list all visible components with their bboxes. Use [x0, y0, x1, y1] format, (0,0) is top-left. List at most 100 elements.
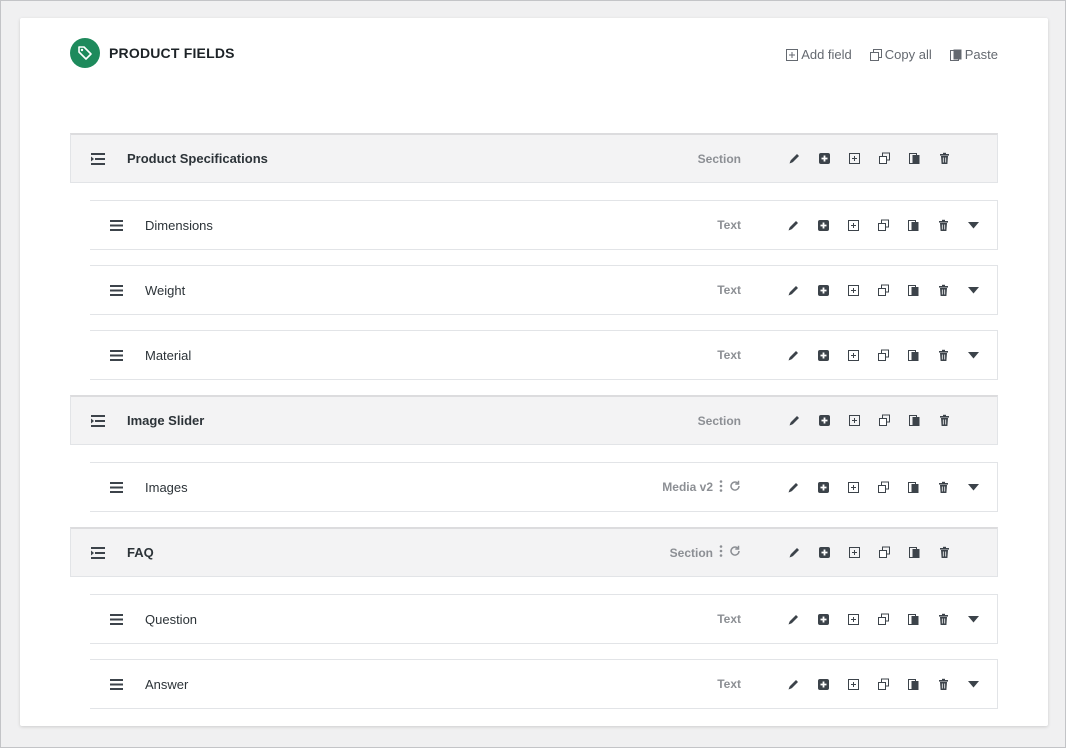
- trash-icon[interactable]: [928, 609, 958, 629]
- copy-icon[interactable]: [869, 149, 899, 169]
- field-type-label: Section: [697, 413, 741, 428]
- chevron-down-icon[interactable]: [958, 280, 988, 300]
- edit-icon[interactable]: [778, 215, 808, 235]
- trash-icon[interactable]: [928, 477, 958, 497]
- chevron-down-icon[interactable]: [958, 215, 988, 235]
- field-row[interactable]: Dimensions Text: [90, 200, 998, 250]
- row-actions: [778, 674, 988, 694]
- copy-icon: [869, 48, 882, 61]
- add-below-icon[interactable]: [838, 609, 868, 629]
- add-field-icon[interactable]: [809, 543, 839, 563]
- drag-handle-icon[interactable]: [108, 611, 124, 627]
- add-below-icon[interactable]: [838, 477, 868, 497]
- chevron-down-icon[interactable]: [958, 477, 988, 497]
- add-below-icon[interactable]: [838, 345, 868, 365]
- copy-icon[interactable]: [868, 215, 898, 235]
- paste-icon[interactable]: [899, 543, 929, 563]
- copy-icon[interactable]: [868, 609, 898, 629]
- paste-icon[interactable]: [898, 345, 928, 365]
- more-options-icon[interactable]: [719, 479, 723, 495]
- field-type: Section: [698, 414, 741, 428]
- add-below-icon[interactable]: [838, 674, 868, 694]
- edit-icon[interactable]: [778, 477, 808, 497]
- section-drag-handle-icon[interactable]: [90, 545, 106, 561]
- row-actions: [779, 411, 959, 431]
- chevron-down-icon[interactable]: [958, 674, 988, 694]
- paste-icon: [949, 49, 962, 61]
- field-row[interactable]: Answer Text: [90, 659, 998, 709]
- add-below-icon[interactable]: [838, 280, 868, 300]
- field-row[interactable]: Material Text: [90, 330, 998, 380]
- edit-icon[interactable]: [778, 280, 808, 300]
- edit-icon[interactable]: [779, 543, 809, 563]
- paste-icon[interactable]: [898, 674, 928, 694]
- chevron-down-icon[interactable]: [958, 345, 988, 365]
- trash-icon[interactable]: [929, 543, 959, 563]
- add-field-icon[interactable]: [808, 477, 838, 497]
- copy-all-button[interactable]: Copy all: [869, 47, 932, 62]
- add-field-icon[interactable]: [808, 215, 838, 235]
- paste-icon[interactable]: [898, 477, 928, 497]
- paste-icon[interactable]: [899, 149, 929, 169]
- copy-icon[interactable]: [869, 543, 899, 563]
- edit-icon[interactable]: [779, 149, 809, 169]
- edit-icon[interactable]: [778, 609, 808, 629]
- chevron-down-icon[interactable]: [958, 609, 988, 629]
- more-options-icon[interactable]: [719, 545, 723, 560]
- add-field-icon[interactable]: [808, 609, 838, 629]
- paste-label: Paste: [964, 47, 998, 62]
- paste-icon[interactable]: [899, 411, 929, 431]
- trash-icon[interactable]: [929, 149, 959, 169]
- field-type: Text: [717, 283, 741, 297]
- field-type-label: Section: [697, 151, 741, 166]
- paste-icon[interactable]: [898, 280, 928, 300]
- add-below-icon[interactable]: [839, 543, 869, 563]
- row-actions: [778, 609, 988, 629]
- field-type-label: Media v2: [662, 480, 713, 494]
- add-below-icon[interactable]: [839, 411, 869, 431]
- paste-icon[interactable]: [898, 609, 928, 629]
- trash-icon[interactable]: [929, 411, 959, 431]
- add-field-icon[interactable]: [808, 280, 838, 300]
- paste-button[interactable]: Paste: [949, 47, 998, 62]
- field-row[interactable]: Weight Text: [90, 265, 998, 315]
- drag-handle-icon[interactable]: [108, 347, 124, 363]
- field-type: Text: [717, 677, 741, 691]
- section-row[interactable]: Image Slider Section: [70, 395, 998, 445]
- drag-handle-icon[interactable]: [108, 217, 124, 233]
- drag-handle-icon[interactable]: [108, 676, 124, 692]
- product-fields-panel: PRODUCT FIELDS Add field Copy all Paste …: [20, 18, 1048, 726]
- copy-icon[interactable]: [869, 411, 899, 431]
- field-label: Material: [145, 347, 192, 363]
- paste-icon[interactable]: [898, 215, 928, 235]
- field-row[interactable]: Images Media v2: [90, 462, 998, 512]
- edit-icon[interactable]: [778, 674, 808, 694]
- trash-icon[interactable]: [928, 215, 958, 235]
- field-type-label: Section: [669, 545, 713, 560]
- section-drag-handle-icon[interactable]: [90, 413, 106, 429]
- section-drag-handle-icon[interactable]: [90, 151, 106, 167]
- refresh-icon[interactable]: [729, 480, 741, 495]
- drag-handle-icon[interactable]: [108, 479, 124, 495]
- refresh-icon[interactable]: [729, 545, 741, 560]
- edit-icon[interactable]: [778, 345, 808, 365]
- add-below-icon[interactable]: [839, 149, 869, 169]
- copy-icon[interactable]: [868, 345, 898, 365]
- copy-icon[interactable]: [868, 674, 898, 694]
- copy-icon[interactable]: [868, 477, 898, 497]
- edit-icon[interactable]: [779, 411, 809, 431]
- trash-icon[interactable]: [928, 280, 958, 300]
- add-field-button[interactable]: Add field: [786, 47, 852, 62]
- add-field-icon[interactable]: [809, 411, 839, 431]
- copy-icon[interactable]: [868, 280, 898, 300]
- add-field-icon[interactable]: [808, 345, 838, 365]
- section-row[interactable]: FAQ Section: [70, 527, 998, 577]
- trash-icon[interactable]: [928, 345, 958, 365]
- add-field-icon[interactable]: [809, 149, 839, 169]
- add-below-icon[interactable]: [838, 215, 868, 235]
- drag-handle-icon[interactable]: [108, 282, 124, 298]
- section-row[interactable]: Product Specifications Section: [70, 133, 998, 183]
- field-row[interactable]: Question Text: [90, 594, 998, 644]
- trash-icon[interactable]: [928, 674, 958, 694]
- add-field-icon[interactable]: [808, 674, 838, 694]
